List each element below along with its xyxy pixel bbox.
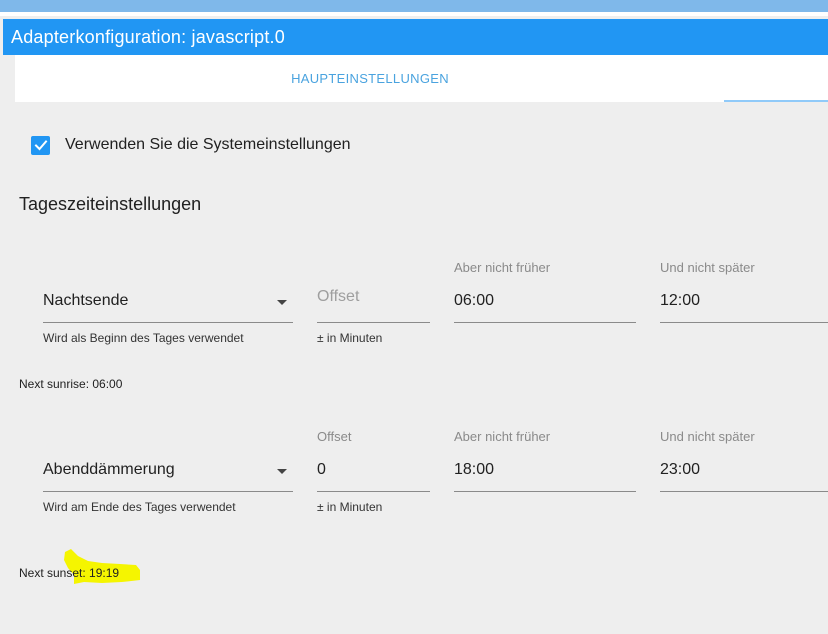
tab-bar: HAUPTEINSTELLUNGEN — [15, 55, 828, 102]
start-not-later-label: Und nicht später — [660, 260, 755, 275]
triangle-down-icon — [277, 469, 287, 474]
end-offset-input[interactable]: 0 — [317, 455, 430, 492]
use-system-settings-row: Verwenden Sie die Systemeinstellungen — [31, 134, 351, 156]
end-not-earlier-input[interactable]: 18:00 — [454, 455, 636, 492]
end-offset-label: Offset — [317, 429, 352, 444]
end-not-earlier-value: 18:00 — [454, 461, 495, 478]
start-event-select[interactable]: Nachtsende — [43, 286, 293, 323]
dialog-title: Adapterkonfiguration: javascript.0 — [11, 27, 285, 47]
start-not-earlier-input[interactable]: 06:00 — [454, 286, 636, 323]
next-sunrise-text: Next sunrise: 06:00 — [19, 377, 123, 391]
end-event-value: Abenddämmerung — [43, 461, 175, 478]
end-not-later-value: 23:00 — [660, 461, 701, 478]
end-event-select[interactable]: Abenddämmerung — [43, 455, 293, 492]
end-not-earlier-label: Aber nicht früher — [454, 429, 551, 444]
start-event-helper: Wird als Beginn des Tages verwendet — [43, 331, 244, 345]
section-title-daytime: Tageszeiteinstellungen — [19, 194, 202, 214]
end-offset-value: 0 — [317, 461, 326, 478]
start-offset-helper: ± in Minuten — [317, 331, 383, 345]
start-offset-input[interactable]: Offset — [317, 286, 430, 323]
tab-main-settings[interactable]: HAUPTEINSTELLUNGEN — [15, 55, 725, 102]
use-system-settings-checkbox[interactable] — [31, 135, 50, 155]
top-divider — [0, 12, 828, 16]
start-offset-placeholder: Offset — [317, 288, 360, 305]
start-not-earlier-value: 06:00 — [454, 292, 495, 309]
start-event-value: Nachtsende — [43, 292, 129, 309]
end-not-later-input[interactable]: 23:00 — [660, 455, 828, 492]
use-system-settings-label: Verwenden Sie die Systemeinstellungen — [65, 136, 351, 153]
browser-top-strip — [0, 0, 828, 12]
triangle-down-icon — [277, 300, 287, 305]
start-not-later-value: 12:00 — [660, 292, 701, 309]
next-sunset-text: Next sunset: 19:19 — [19, 566, 120, 580]
end-event-helper: Wird am Ende des Tages verwendet — [43, 500, 236, 514]
adapter-config-page: Adapterkonfiguration: javascript.0 HAUPT… — [0, 0, 828, 634]
end-not-later-label: Und nicht später — [660, 429, 755, 444]
dialog-title-bar: Adapterkonfiguration: javascript.0 — [3, 19, 828, 55]
end-offset-helper: ± in Minuten — [317, 500, 383, 514]
check-icon — [34, 140, 47, 151]
start-not-later-input[interactable]: 12:00 — [660, 286, 828, 323]
tab-indicator — [724, 100, 828, 102]
start-not-earlier-label: Aber nicht früher — [454, 260, 551, 275]
